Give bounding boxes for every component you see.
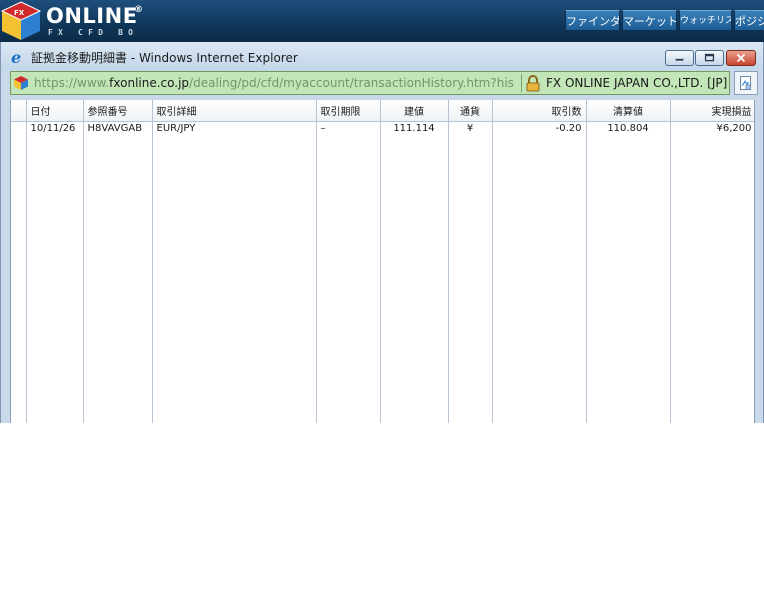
- nav-position-button[interactable]: ポジション: [734, 10, 764, 31]
- cell-detail: EUR/JPY: [152, 121, 317, 136]
- page-cube-icon: [14, 76, 28, 90]
- url-path: /dealing/pd/cfd/myaccount/transactionHis…: [189, 76, 514, 90]
- column-header-reference[interactable]: 参照番号: [83, 100, 153, 122]
- empty-table-area: [11, 136, 754, 423]
- column-header-open-price[interactable]: 建値: [380, 100, 449, 122]
- url-domain: fxonline.co.jp: [109, 76, 190, 90]
- cube-logo-icon: FX: [0, 1, 42, 40]
- maximize-button[interactable]: [695, 50, 724, 66]
- window-titlebar[interactable]: e 証拠金移動明細書 - Windows Internet Explorer: [1, 42, 763, 70]
- cell-open-price: 111.114: [380, 121, 449, 136]
- column-header-realized-pl[interactable]: 実現損益: [670, 100, 754, 122]
- page-content: 日付 参照番号 取引詳細 取引期限 建値 通貨 取引数 清算値 実現損益 10/…: [10, 100, 755, 423]
- address-separator: [521, 74, 522, 92]
- address-bar[interactable]: https://www.fxonline.co.jp/dealing/pd/cf…: [10, 71, 730, 95]
- transaction-history-table: 日付 参照番号 取引詳細 取引期限 建値 通貨 取引数 清算値 実現損益 10/…: [11, 100, 754, 423]
- cell-close-price: 110.804: [586, 121, 671, 136]
- browser-popup-window: e 証拠金移動明細書 - Windows Internet Explorer h…: [0, 42, 764, 423]
- svg-text:FX: FX: [14, 9, 25, 17]
- cell-expiry: –: [316, 121, 381, 136]
- maximize-icon: [704, 53, 715, 62]
- nav-market-button[interactable]: マーケット: [622, 10, 677, 31]
- app-header: FX ONLINE ® FX CFD BO ファインダ マーケット ウォッチリス…: [0, 0, 764, 42]
- table-header-row: 日付 参照番号 取引詳細 取引期限 建値 通貨 取引数 清算値 実現損益: [11, 100, 754, 122]
- cell-quantity: -0.20: [492, 121, 587, 136]
- logo-subtitle: FX CFD BO: [48, 28, 139, 37]
- internet-explorer-icon: e: [11, 48, 22, 67]
- table-row[interactable]: 10/11/26 H8VAVGAB EUR/JPY – 111.114 ¥ -0…: [11, 121, 754, 136]
- column-header-spacer: [11, 100, 27, 122]
- logo-wordmark: ONLINE: [46, 4, 138, 28]
- close-button[interactable]: [726, 50, 756, 66]
- row-spacer-cell: [11, 121, 27, 136]
- minimize-button[interactable]: [665, 50, 694, 66]
- compatibility-view-icon: [740, 76, 752, 90]
- padlock-icon[interactable]: [525, 75, 541, 92]
- cell-realized-pl: ¥6,200: [670, 121, 754, 136]
- address-url[interactable]: https://www.fxonline.co.jp/dealing/pd/cf…: [34, 76, 519, 91]
- registered-mark: ®: [134, 5, 143, 15]
- column-header-quantity[interactable]: 取引数: [492, 100, 587, 122]
- minimize-icon: [675, 58, 684, 61]
- compatibility-view-button[interactable]: [734, 71, 758, 95]
- nav-watchlist-button[interactable]: ウォッチリスト: [679, 10, 732, 31]
- url-prefix: https://www.: [34, 76, 110, 90]
- window-title: 証拠金移動明細書 - Windows Internet Explorer: [31, 51, 298, 65]
- cell-currency: ¥: [448, 121, 493, 136]
- nav-finder-button[interactable]: ファインダ: [565, 10, 620, 31]
- column-header-close-price[interactable]: 清算値: [586, 100, 671, 122]
- cell-date: 10/11/26: [26, 121, 84, 136]
- close-icon: [736, 53, 746, 63]
- column-header-currency[interactable]: 通貨: [448, 100, 493, 122]
- cell-reference: H8VAVGAB: [83, 121, 153, 136]
- security-certificate-label[interactable]: FX ONLINE JAPAN CO.,LTD. [JP]: [546, 76, 727, 91]
- column-header-expiry[interactable]: 取引期限: [316, 100, 381, 122]
- column-header-detail[interactable]: 取引詳細: [152, 100, 317, 122]
- column-header-date[interactable]: 日付: [26, 100, 84, 122]
